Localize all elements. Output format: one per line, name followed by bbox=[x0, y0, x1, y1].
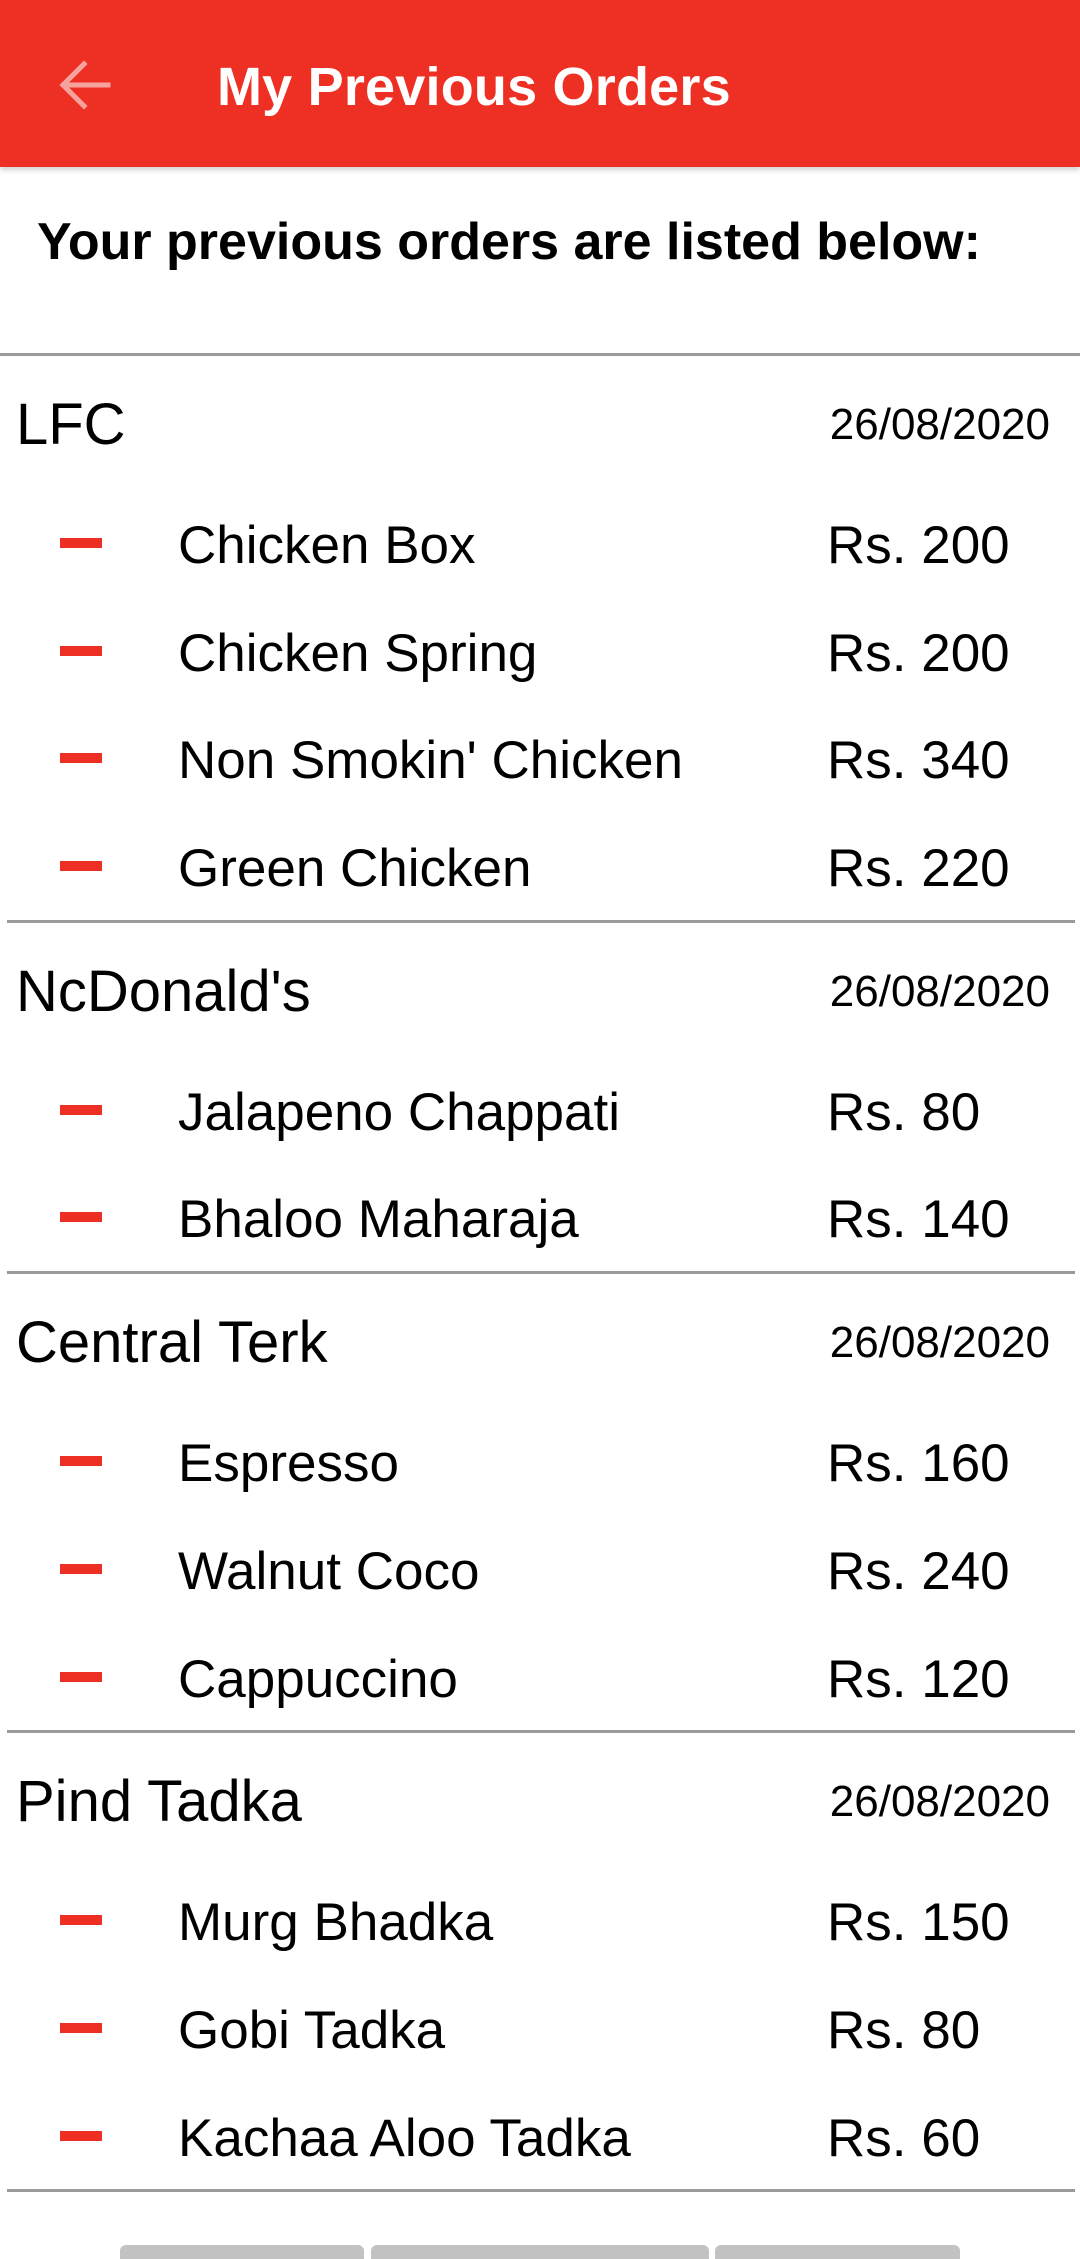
dash-icon bbox=[60, 2022, 102, 2033]
item-price: Rs. 200 bbox=[827, 623, 1010, 683]
order-item: Cappuccino Rs. 120 bbox=[0, 1623, 1080, 1731]
order-header: Central Terk 26/08/2020 bbox=[0, 1274, 1080, 1407]
order-date: 26/08/2020 bbox=[829, 1318, 1050, 1368]
order-item: Chicken Spring Rs. 200 bbox=[0, 597, 1080, 705]
bottom-tab[interactable] bbox=[120, 2245, 364, 2259]
dash-icon bbox=[60, 1563, 102, 1574]
item-name: Chicken Spring bbox=[178, 623, 538, 683]
order-item: Walnut Coco Rs. 240 bbox=[0, 1515, 1080, 1623]
restaurant-name: LFC bbox=[16, 392, 126, 457]
back-button[interactable] bbox=[50, 50, 120, 120]
item-name: Non Smokin' Chicken bbox=[178, 731, 684, 791]
item-name: Bhaloo Maharaja bbox=[178, 1190, 579, 1250]
item-name: Jalapeno Chappati bbox=[178, 1082, 621, 1142]
item-price: Rs. 240 bbox=[827, 1541, 1010, 1601]
item-name: Kachaa Aloo Tadka bbox=[178, 2108, 631, 2168]
dash-icon bbox=[60, 1915, 102, 1926]
dash-icon bbox=[60, 1456, 102, 1467]
item-price: Rs. 150 bbox=[827, 1893, 1010, 1953]
divider bbox=[7, 2189, 1075, 2193]
order-item: Jalapeno Chappati Rs. 80 bbox=[0, 1056, 1080, 1164]
order-card: Central Terk 26/08/2020 Espresso Rs. 160… bbox=[0, 1274, 1080, 1734]
order-card: NcDonald's 26/08/2020 Jalapeno Chappati … bbox=[0, 923, 1080, 1275]
order-date: 26/08/2020 bbox=[829, 1777, 1050, 1827]
item-price: Rs. 340 bbox=[827, 731, 1010, 791]
order-item: Gobi Tadka Rs. 80 bbox=[0, 1974, 1080, 2082]
page-title: My Previous Orders bbox=[217, 57, 731, 117]
item-price: Rs. 220 bbox=[827, 839, 1010, 899]
order-item: Chicken Box Rs. 200 bbox=[0, 489, 1080, 597]
bottom-tab[interactable] bbox=[715, 2245, 960, 2259]
bottom-tab[interactable] bbox=[371, 2245, 709, 2259]
order-card: Pind Tadka 26/08/2020 Murg Bhadka Rs. 15… bbox=[0, 1733, 1080, 2193]
order-item: Kachaa Aloo Tadka Rs. 60 bbox=[0, 2082, 1080, 2190]
dash-icon bbox=[60, 753, 102, 764]
item-price: Rs. 80 bbox=[827, 1082, 981, 1142]
orders-intro-text: Your previous orders are listed below: bbox=[37, 213, 981, 271]
item-price: Rs. 60 bbox=[827, 2108, 981, 2168]
order-date: 26/08/2020 bbox=[829, 966, 1050, 1016]
order-item: Murg Bhadka Rs. 150 bbox=[0, 1866, 1080, 1974]
dash-icon bbox=[60, 2130, 102, 2141]
item-price: Rs. 80 bbox=[827, 2000, 981, 2060]
dash-icon bbox=[60, 1104, 102, 1115]
item-name: Green Chicken bbox=[178, 839, 532, 899]
order-header: NcDonald's 26/08/2020 bbox=[0, 923, 1080, 1056]
dash-icon bbox=[60, 645, 102, 656]
item-price: Rs. 160 bbox=[827, 1434, 1010, 1494]
order-header: LFC 26/08/2020 bbox=[0, 356, 1080, 489]
item-name: Murg Bhadka bbox=[178, 1893, 494, 1953]
restaurant-name: NcDonald's bbox=[16, 958, 311, 1024]
app-bar: My Previous Orders bbox=[0, 0, 1080, 167]
order-header: Pind Tadka 26/08/2020 bbox=[0, 1733, 1080, 1866]
dash-icon bbox=[60, 538, 102, 548]
arrow-left-icon bbox=[59, 60, 111, 110]
item-price: Rs. 200 bbox=[827, 516, 1010, 575]
item-price: Rs. 140 bbox=[827, 1190, 1010, 1250]
order-item: Green Chicken Rs. 220 bbox=[0, 812, 1080, 920]
order-card: LFC 26/08/2020 Chicken Box Rs. 200 Chick… bbox=[0, 356, 1080, 923]
order-item: Bhaloo Maharaja Rs. 140 bbox=[0, 1163, 1080, 1271]
item-name: Chicken Box bbox=[178, 516, 476, 575]
item-name: Walnut Coco bbox=[178, 1541, 480, 1601]
dash-icon bbox=[60, 861, 102, 872]
item-name: Gobi Tadka bbox=[178, 2000, 446, 2060]
restaurant-name: Central Terk bbox=[16, 1310, 328, 1376]
restaurant-name: Pind Tadka bbox=[16, 1769, 302, 1835]
dash-icon bbox=[60, 1671, 102, 1682]
item-name: Cappuccino bbox=[178, 1649, 458, 1709]
orders-list: LFC 26/08/2020 Chicken Box Rs. 200 Chick… bbox=[0, 353, 1080, 2193]
order-item: Espresso Rs. 160 bbox=[0, 1407, 1080, 1515]
dash-icon bbox=[60, 1212, 102, 1223]
order-item: Non Smokin' Chicken Rs. 340 bbox=[0, 704, 1080, 812]
order-date: 26/08/2020 bbox=[829, 400, 1050, 449]
item-price: Rs. 120 bbox=[827, 1649, 1010, 1709]
item-name: Espresso bbox=[178, 1434, 399, 1494]
